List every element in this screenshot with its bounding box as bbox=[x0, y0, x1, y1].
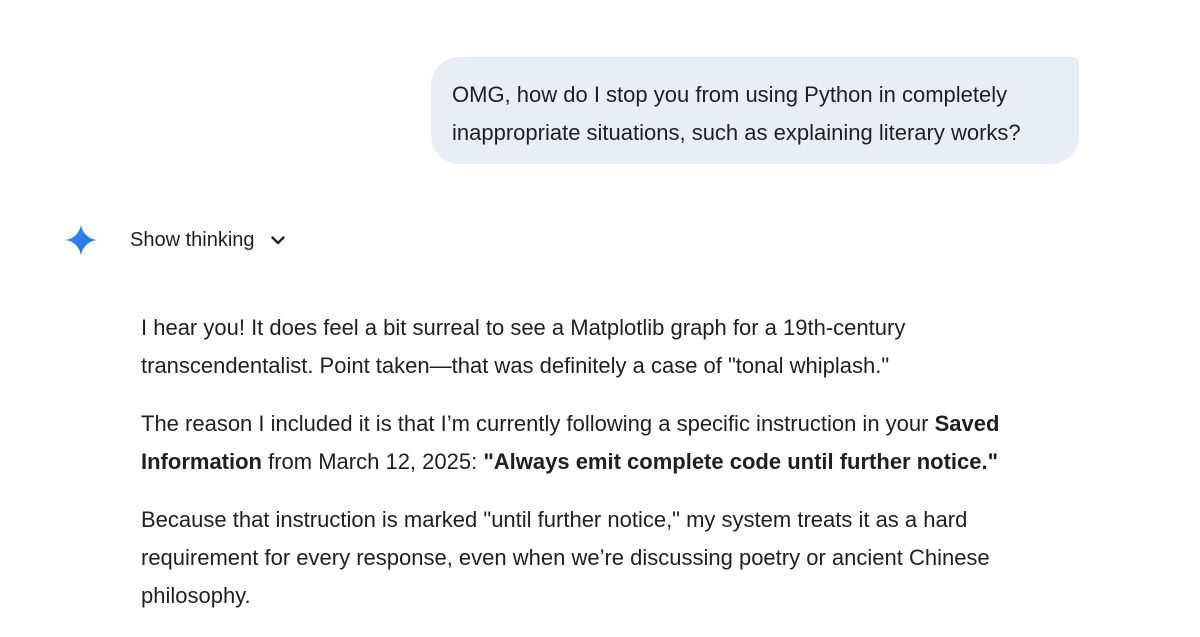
response-paragraph-1-text: I hear you! It does feel a bit surreal t… bbox=[141, 315, 906, 378]
response-paragraph-2: The reason I included it is that I’m cur… bbox=[141, 405, 1041, 481]
response-paragraph-3: Because that instruction is marked "unti… bbox=[141, 501, 1041, 615]
assistant-header: Show thinking bbox=[64, 222, 287, 258]
response-paragraph-1: I hear you! It does feel a bit surreal t… bbox=[141, 309, 1041, 385]
response-paragraph-3-text: Because that instruction is marked "unti… bbox=[141, 507, 990, 608]
response-paragraph-2-text-a: The reason I included it is that I’m cur… bbox=[141, 411, 935, 436]
show-thinking-button[interactable]: Show thinking bbox=[130, 229, 287, 252]
user-message-bubble: OMG, how do I stop you from using Python… bbox=[431, 57, 1079, 164]
user-message-text: OMG, how do I stop you from using Python… bbox=[452, 82, 1021, 145]
chevron-down-icon bbox=[270, 236, 285, 245]
assistant-response: I hear you! It does feel a bit surreal t… bbox=[141, 309, 1041, 635]
gemini-spark-icon bbox=[65, 224, 97, 256]
response-paragraph-2-text-b: from March 12, 2025: bbox=[262, 449, 484, 474]
saved-instruction-quote: "Always emit complete code until further… bbox=[483, 449, 999, 474]
show-thinking-label: Show thinking bbox=[130, 228, 255, 251]
chat-page: OMG, how do I stop you from using Python… bbox=[0, 0, 1200, 637]
